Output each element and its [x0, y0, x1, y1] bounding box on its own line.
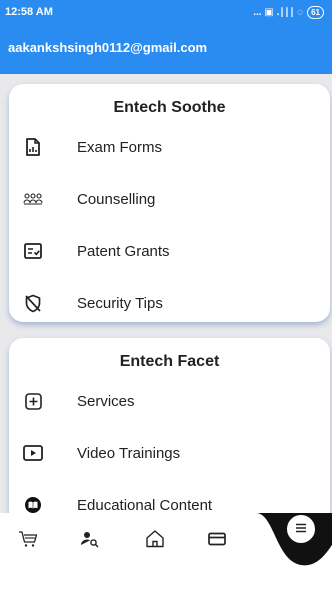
- facet-card: Entech Facet Services Video Trainings Ed…: [9, 338, 330, 524]
- status-icons: ... ▣ .∣∣∣ ◌ 61: [253, 5, 324, 19]
- menu-item-counselling[interactable]: Counselling: [9, 173, 330, 225]
- menu-item-label: Educational Content: [77, 496, 213, 514]
- nav-cart[interactable]: [16, 529, 40, 553]
- menu-item-label: Security Tips: [77, 294, 163, 312]
- nav-profile-search[interactable]: [78, 529, 102, 553]
- menu-item-exam-forms[interactable]: Exam Forms: [9, 121, 330, 173]
- bottom-navigation: [0, 513, 332, 591]
- user-email: aakankshsingh0112@gmail.com: [8, 40, 208, 55]
- menu-item-patent-grants[interactable]: Patent Grants: [9, 225, 330, 277]
- checklist-icon: [23, 241, 43, 261]
- menu-fab-button[interactable]: [285, 513, 317, 545]
- menu-item-security-tips[interactable]: Security Tips: [9, 277, 330, 329]
- menu-icon: [295, 520, 307, 538]
- menu-item-label: Services: [77, 392, 135, 410]
- document-chart-icon: [23, 137, 43, 157]
- app-header: aakankshsingh0112@gmail.com: [0, 24, 332, 74]
- play-box-icon: [23, 443, 43, 463]
- battery-icon: 61: [307, 5, 324, 19]
- nav-card[interactable]: [205, 529, 229, 553]
- shield-off-icon: [23, 293, 43, 313]
- cart-icon: [18, 530, 38, 553]
- home-icon: [145, 529, 165, 553]
- status-time: 12:58 AM: [5, 6, 53, 18]
- menu-item-label: Counselling: [77, 190, 156, 208]
- group-icon: [23, 189, 43, 209]
- nav-home[interactable]: [143, 529, 167, 553]
- status-bar: 12:58 AM ... ▣ .∣∣∣ ◌ 61: [0, 0, 332, 24]
- person-search-icon: [80, 530, 100, 553]
- soothe-card: Entech Soothe Exam Forms Counselling Pat…: [9, 84, 330, 322]
- facet-title: Entech Facet: [119, 353, 220, 370]
- soothe-title: Entech Soothe: [113, 99, 226, 116]
- status-indicators: ... ▣ .∣∣∣ ◌: [253, 6, 304, 18]
- menu-item-services[interactable]: Services: [9, 375, 330, 427]
- menu-item-video-trainings[interactable]: Video Trainings: [9, 427, 330, 479]
- menu-item-label: Exam Forms: [77, 138, 163, 156]
- card-icon: [208, 532, 226, 551]
- menu-item-label: Patent Grants: [77, 242, 170, 260]
- menu-item-label: Video Trainings: [77, 444, 181, 462]
- battery-level: 61: [311, 7, 320, 17]
- book-circle-icon: [23, 495, 43, 515]
- plus-box-icon: [23, 391, 43, 411]
